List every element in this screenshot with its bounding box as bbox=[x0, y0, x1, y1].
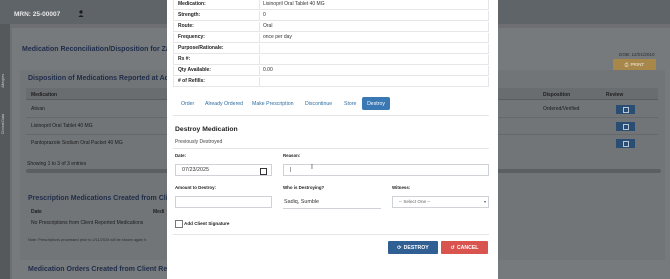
mrn-label: MRN: 25-00007 bbox=[14, 11, 61, 18]
detail-row-rx: Rx #: bbox=[173, 55, 489, 65]
refresh-icon: ⟳ bbox=[397, 244, 402, 251]
detail-row-purpose: Purpose/Rationale: bbox=[173, 44, 489, 54]
side-panel: Allergies Clinical Data bbox=[0, 24, 10, 279]
client-signature-checkbox[interactable] bbox=[175, 220, 183, 228]
amount-label: Amount to Destroy: bbox=[175, 185, 216, 190]
calendar-icon[interactable] bbox=[260, 168, 267, 175]
tab-store[interactable]: Store bbox=[344, 101, 356, 107]
divider bbox=[173, 148, 489, 149]
tab-destroy[interactable]: Destroy bbox=[362, 97, 390, 110]
who-label: Who is Destroying? bbox=[283, 185, 325, 190]
page-title: Medication Reconciliation/Disposition fo… bbox=[22, 46, 182, 53]
column-date[interactable]: Date bbox=[31, 209, 42, 215]
detail-row-strength: Strength: 0 bbox=[173, 11, 489, 21]
disposition-value: Ordered/Verified bbox=[543, 106, 580, 112]
destroy-section-title: Destroy Medication bbox=[175, 126, 238, 133]
date-label: Date: bbox=[175, 153, 186, 158]
column-review: Review bbox=[606, 92, 624, 98]
client-signature-label: Add Client Signature bbox=[184, 221, 230, 226]
column-medication-2[interactable]: Medi bbox=[153, 209, 164, 215]
undo-icon: ↺ bbox=[450, 244, 455, 251]
table-row: Lisinopril Oral Tablet 40 MG bbox=[31, 123, 93, 129]
detail-row-refills: # of Refills: bbox=[173, 77, 489, 87]
text-cursor-icon: I bbox=[311, 164, 313, 171]
edit-icon[interactable] bbox=[616, 105, 635, 114]
sidebar-item-clinical-data[interactable]: Clinical Data bbox=[1, 114, 9, 134]
tab-discontinue[interactable]: Discontinue bbox=[305, 101, 332, 107]
who-field: Sadiq, Sumble bbox=[283, 197, 381, 209]
column-disposition[interactable]: Disposition bbox=[543, 92, 570, 98]
edit-icon[interactable] bbox=[616, 139, 635, 148]
empty-table-message: No Prescriptions from Client Reported Me… bbox=[31, 220, 144, 226]
witness-label: Witness: bbox=[392, 185, 411, 190]
print-button[interactable]: ⎙ PRINT bbox=[613, 59, 656, 70]
date-input[interactable]: 07/23/2025 bbox=[175, 164, 272, 176]
table-info: Showing 1 to 3 of 3 entries bbox=[27, 161, 87, 167]
tab-already-ordered[interactable]: Already Ordered bbox=[205, 101, 243, 107]
note-text: Note: Prescriptions processed prior to 2… bbox=[28, 238, 147, 242]
sidebar-item-allergies[interactable]: Allergies bbox=[1, 74, 9, 88]
amount-input[interactable] bbox=[175, 196, 272, 208]
reason-label: Reason: bbox=[283, 153, 301, 158]
detail-row-medication: Medication: Lisinopril Oral Tablet 40 MG bbox=[173, 0, 489, 10]
detail-row-qty: Qty Available: 0.00 bbox=[173, 66, 489, 76]
person-icon bbox=[78, 10, 84, 17]
destroy-button[interactable]: ⟳ DESTROY bbox=[388, 241, 438, 254]
section-title-prescriptions: Prescription Medications Created from Cl… bbox=[28, 195, 186, 202]
section-title-disposition: Disposition of Medications Reported at A… bbox=[28, 75, 181, 82]
divider bbox=[173, 115, 489, 116]
reason-input[interactable]: | bbox=[283, 164, 489, 176]
tab-make-prescription[interactable]: Make Prescription bbox=[252, 101, 294, 107]
cancel-button[interactable]: ↺ CANCEL bbox=[441, 241, 488, 254]
table-row: Pantoprazole Sodium Oral Packet 40 MG bbox=[31, 140, 123, 146]
witness-select[interactable]: -- Select One -- bbox=[392, 196, 489, 208]
previously-destroyed-label: Previously Destroyed bbox=[175, 139, 223, 145]
edit-icon[interactable] bbox=[616, 122, 635, 131]
detail-row-route: Route: Oral bbox=[173, 22, 489, 32]
divider bbox=[173, 234, 489, 235]
chevron-down-icon: ▾ bbox=[484, 199, 487, 204]
column-medication[interactable]: Medication bbox=[31, 92, 57, 98]
detail-row-frequency: Frequency: once per day bbox=[173, 33, 489, 43]
table-row: Ativan bbox=[31, 106, 45, 112]
print-icon: ⎙ bbox=[624, 62, 629, 67]
dob-label: DOB: 12/01/2010 bbox=[619, 52, 655, 57]
tab-order[interactable]: Order bbox=[181, 101, 194, 107]
